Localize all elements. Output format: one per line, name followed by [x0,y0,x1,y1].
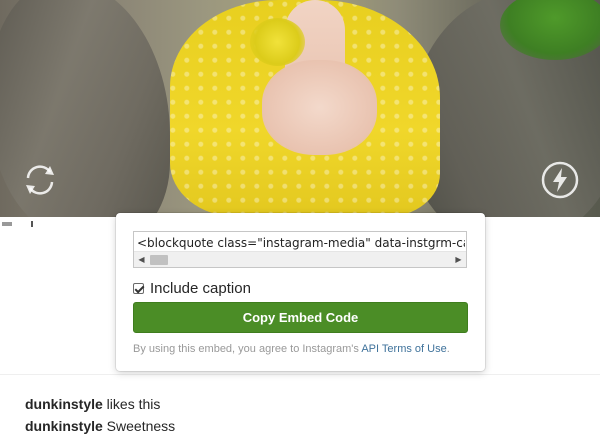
terms-suffix: . [446,343,450,355]
scroll-thumb[interactable] [150,255,168,265]
likes-line: dunkinstyle likes this [25,396,160,412]
scroll-right-arrow-icon[interactable]: ▶ [451,252,466,267]
divider [0,374,600,375]
strip-marker [2,222,12,226]
embed-modal: <blockquote class="instagram-media" data… [116,213,485,371]
post-photo [0,0,600,217]
embed-code-text[interactable]: <blockquote class="instagram-media" data… [137,235,465,251]
comment-text: Sweetness [102,418,176,434]
yellow-flower [250,18,305,66]
child-hands [262,60,377,155]
strip-tick [31,221,33,227]
comment-line: dunkinstyle Sweetness [25,418,175,434]
include-caption-label[interactable]: Include caption [150,280,251,297]
comment-username[interactable]: dunkinstyle [25,418,103,434]
like-username[interactable]: dunkinstyle [25,396,103,412]
like-text: likes this [102,396,161,412]
horizontal-scrollbar[interactable]: ◀ ▶ [134,251,466,267]
scroll-left-arrow-icon[interactable]: ◀ [134,252,149,267]
rotate-icon[interactable] [20,160,60,200]
flash-icon[interactable] [540,160,580,200]
api-terms-link[interactable]: API Terms of Use [361,343,446,355]
terms-notice: By using this embed, you agree to Instag… [133,343,450,355]
include-caption-checkbox[interactable] [133,282,144,294]
embed-code-textarea[interactable]: <blockquote class="instagram-media" data… [133,231,467,268]
terms-prefix: By using this embed, you agree to Instag… [133,343,359,355]
include-caption-row[interactable]: Include caption [133,279,251,297]
copy-embed-code-button[interactable]: Copy Embed Code [133,302,468,333]
